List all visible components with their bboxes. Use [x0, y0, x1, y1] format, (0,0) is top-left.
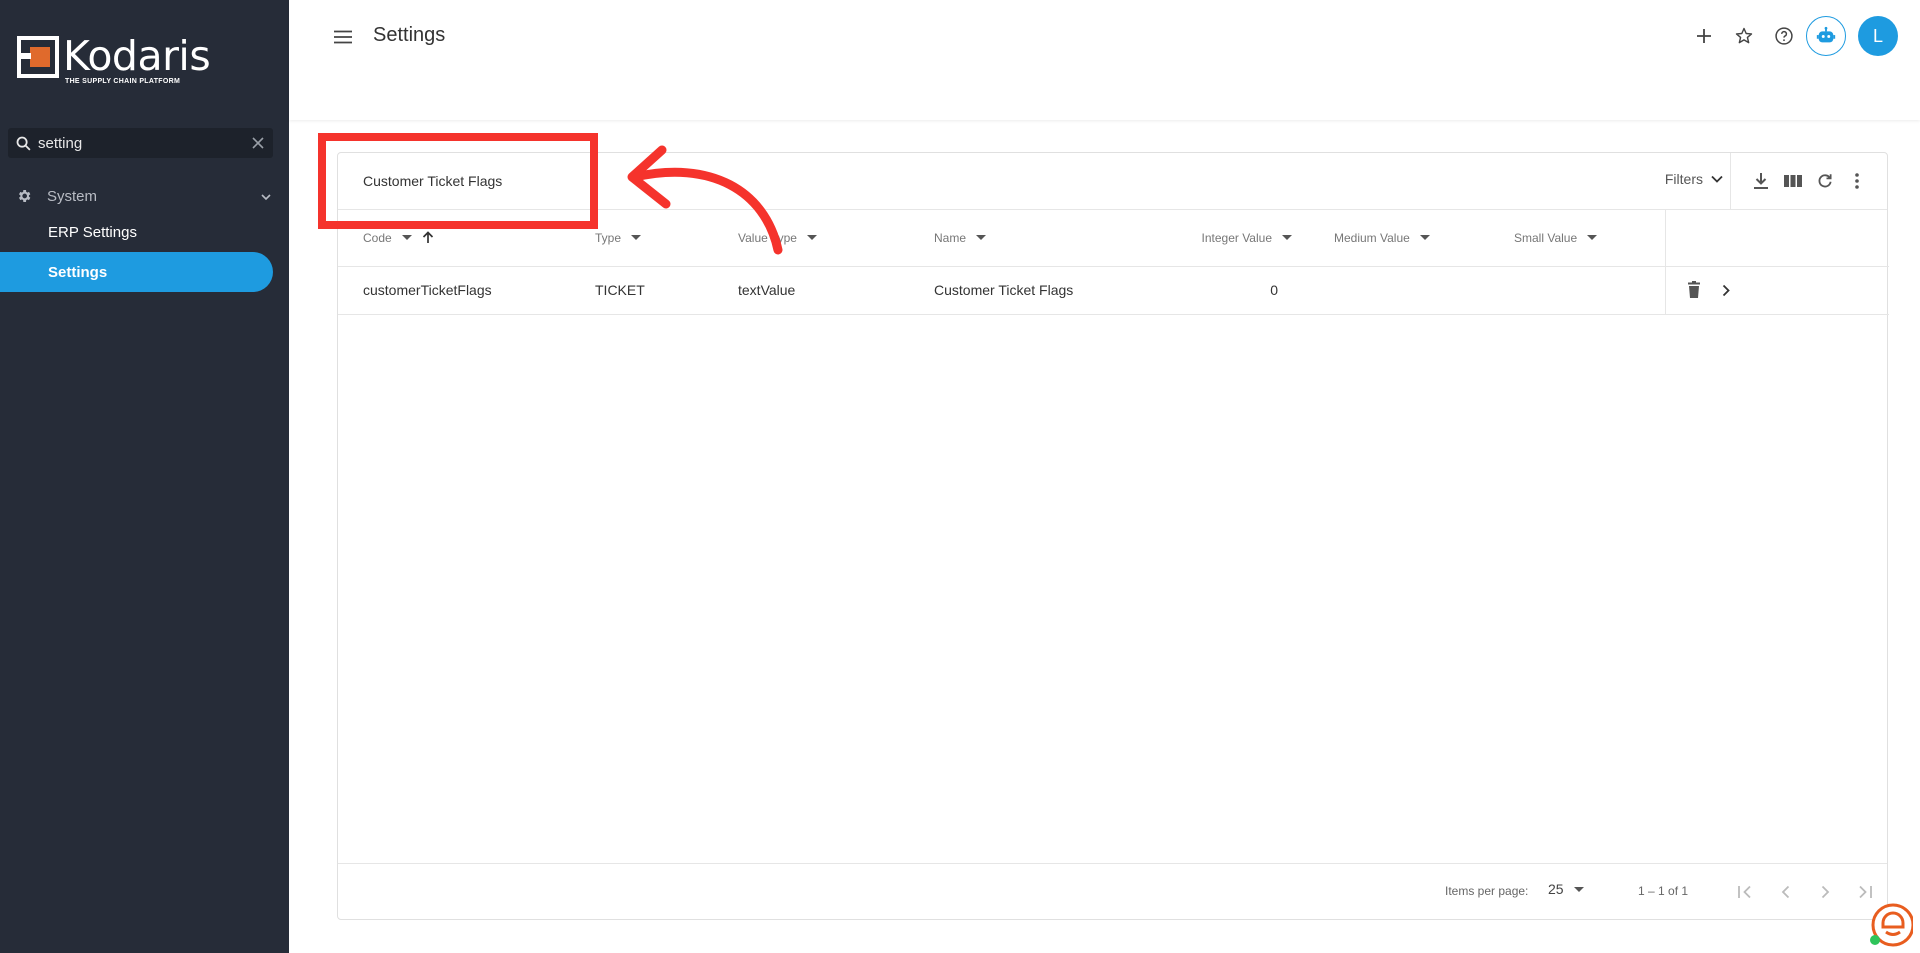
- settings-table-card: Customer Ticket Flags Filters Code Type …: [337, 152, 1889, 920]
- column-label: Name: [934, 230, 967, 245]
- cell-small-value: [1468, 266, 1665, 315]
- items-per-page-label: Items per page:: [1445, 884, 1529, 898]
- paginator: Items per page: 25 1 – 1 of 1: [338, 863, 1887, 919]
- menu-icon[interactable]: [331, 25, 355, 49]
- prev-page-icon[interactable]: [1765, 878, 1805, 906]
- caret-down-icon[interactable]: [401, 235, 412, 241]
- row-actions: [1664, 266, 1889, 315]
- nav-group-label: System: [47, 187, 98, 205]
- first-page-icon[interactable]: [1725, 878, 1765, 906]
- top-bar: Settings L: [289, 0, 1920, 120]
- delete-icon[interactable]: [1678, 281, 1710, 299]
- cell-value-type: textValue: [736, 266, 932, 315]
- gear-icon: [16, 188, 36, 204]
- help-icon[interactable]: [1764, 16, 1804, 56]
- column-header-actions: [1664, 210, 1889, 267]
- chevron-right-icon[interactable]: [1710, 284, 1742, 297]
- sidebar-item-settings[interactable]: Settings: [0, 252, 273, 292]
- more-vert-icon[interactable]: [1841, 169, 1873, 193]
- columns-icon[interactable]: [1777, 169, 1809, 193]
- refresh-icon[interactable]: [1809, 169, 1841, 193]
- sidebar-item-label: Settings: [48, 263, 108, 281]
- sidebar-item-erp-settings[interactable]: ERP Settings: [0, 212, 289, 252]
- logo-mark-icon: [17, 36, 59, 78]
- page-range: 1 – 1 of 1: [1638, 884, 1689, 898]
- page-size-select[interactable]: 25: [1548, 881, 1584, 897]
- column-label: Integer Value: [1201, 230, 1273, 245]
- plus-icon[interactable]: [1684, 16, 1724, 56]
- cell-name: Customer Ticket Flags: [932, 266, 1166, 315]
- caret-down-icon[interactable]: [806, 235, 817, 241]
- caret-down-icon[interactable]: [976, 235, 987, 241]
- annotation-arrow: [627, 145, 783, 255]
- chevron-down-icon: [1711, 175, 1723, 183]
- divider: [1730, 153, 1731, 210]
- caret-down-icon[interactable]: [1282, 235, 1292, 241]
- search-icon: [8, 135, 38, 152]
- bot-icon[interactable]: [1806, 16, 1846, 56]
- column-header-integer-value[interactable]: Integer Value: [1166, 210, 1292, 267]
- sidebar: Kodaris THE SUPPLY CHAIN PLATFORM System…: [0, 0, 289, 953]
- page-size-value: 25: [1548, 881, 1564, 897]
- caret-down-icon[interactable]: [1419, 235, 1430, 241]
- chevron-down-icon: [261, 188, 271, 205]
- page-title: Settings: [373, 24, 446, 46]
- next-page-icon[interactable]: [1805, 878, 1845, 906]
- caret-down-icon: [1573, 886, 1584, 892]
- cell-code: customerTicketFlags: [338, 266, 591, 315]
- clear-search-icon[interactable]: [243, 136, 273, 150]
- column-header-small-value[interactable]: Small Value: [1468, 210, 1665, 267]
- cell-medium-value: [1292, 266, 1468, 315]
- kodaris-logo[interactable]: Kodaris THE SUPPLY CHAIN PLATFORM: [17, 32, 211, 85]
- logo-name: Kodaris: [63, 32, 211, 80]
- column-label: Small Value: [1514, 230, 1578, 245]
- avatar[interactable]: L: [1858, 16, 1898, 56]
- filters-label: Filters: [1664, 171, 1703, 187]
- sort-asc-icon[interactable]: [422, 231, 434, 244]
- last-page-icon[interactable]: [1845, 878, 1885, 906]
- caret-down-icon[interactable]: [1587, 235, 1598, 241]
- search-input[interactable]: [38, 134, 243, 152]
- nav-group-system: System ERP Settings Settings: [0, 180, 289, 292]
- column-label: Code: [363, 230, 392, 245]
- filters-dropdown[interactable]: Filters: [1665, 171, 1723, 187]
- cell-type: TICKET: [591, 266, 736, 315]
- star-icon[interactable]: [1724, 16, 1764, 56]
- column-header-name[interactable]: Name: [932, 210, 1166, 267]
- column-header-medium-value[interactable]: Medium Value: [1292, 210, 1468, 267]
- table-row[interactable]: customerTicketFlags TICKET textValue Cus…: [338, 266, 1889, 315]
- sidebar-item-label: ERP Settings: [48, 223, 137, 241]
- cell-integer-value: 0: [1166, 266, 1292, 315]
- sidebar-search: [8, 128, 273, 158]
- column-label: Medium Value: [1334, 230, 1410, 245]
- nav-group-header[interactable]: System: [0, 180, 289, 212]
- download-icon[interactable]: [1745, 169, 1777, 193]
- chat-widget-icon[interactable]: [1869, 903, 1915, 947]
- highlight-box: [318, 133, 598, 229]
